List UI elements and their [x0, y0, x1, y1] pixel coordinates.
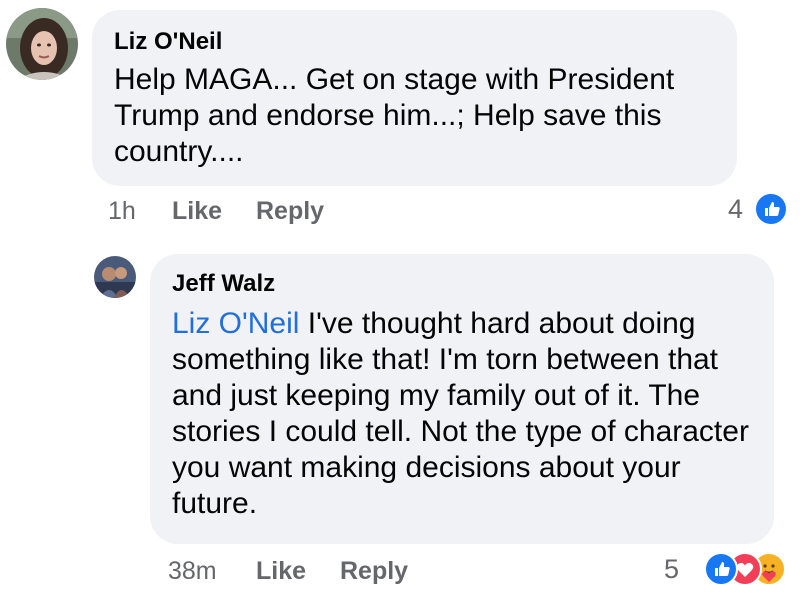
- mention-link[interactable]: Liz O'Neil: [172, 307, 299, 340]
- reply-actions: 38m Like Reply: [168, 556, 488, 586]
- comment-actions: 1h Like Reply: [108, 196, 408, 226]
- comment-timestamp[interactable]: 1h: [108, 196, 136, 226]
- like-icon: [754, 192, 788, 226]
- comment-author[interactable]: Liz O'Neil: [114, 28, 713, 56]
- reply-text-block: Liz O'Neil I've thought hard about doing…: [172, 306, 757, 522]
- reaction-count: 5: [664, 554, 680, 584]
- reply-bubble: Jeff Walz Liz O'Neil I've thought hard a…: [150, 254, 774, 544]
- like-button[interactable]: Like: [172, 196, 222, 226]
- reply-author[interactable]: Jeff Walz: [172, 270, 754, 298]
- reply-button[interactable]: Reply: [256, 196, 324, 226]
- reaction-summary[interactable]: 4: [724, 192, 794, 226]
- avatar-jeff[interactable]: [94, 256, 136, 298]
- like-button[interactable]: Like: [256, 556, 306, 586]
- like-icon: [704, 552, 738, 586]
- reply-button[interactable]: Reply: [340, 556, 408, 586]
- reaction-summary[interactable]: 5: [664, 552, 794, 586]
- reaction-count: 4: [728, 194, 744, 224]
- comment-bubble: Liz O'Neil Help MAGA... Get on stage wit…: [92, 10, 737, 186]
- reply-timestamp[interactable]: 38m: [168, 556, 217, 586]
- comment-text: Help MAGA... Get on stage with President…: [114, 63, 675, 168]
- avatar-liz[interactable]: [6, 8, 78, 80]
